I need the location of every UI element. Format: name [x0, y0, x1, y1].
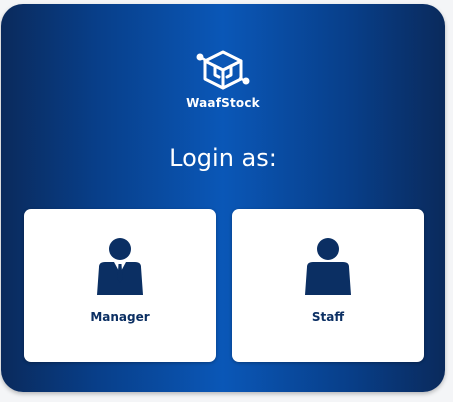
staff-person-icon — [305, 238, 351, 295]
manager-label: Manager — [90, 310, 150, 324]
login-as-manager-button[interactable]: Manager — [24, 209, 216, 362]
brand-name: WaafStock — [186, 96, 260, 110]
login-as-staff-button[interactable]: Staff — [232, 209, 424, 362]
manager-person-icon — [97, 238, 143, 295]
page-title: Login as: — [169, 144, 277, 172]
waafstock-logo-icon — [196, 50, 250, 90]
brand: WaafStock — [1, 48, 445, 110]
staff-label: Staff — [311, 310, 345, 324]
login-role-panel: WaafStock Login as: Manager Staff — [1, 4, 445, 392]
